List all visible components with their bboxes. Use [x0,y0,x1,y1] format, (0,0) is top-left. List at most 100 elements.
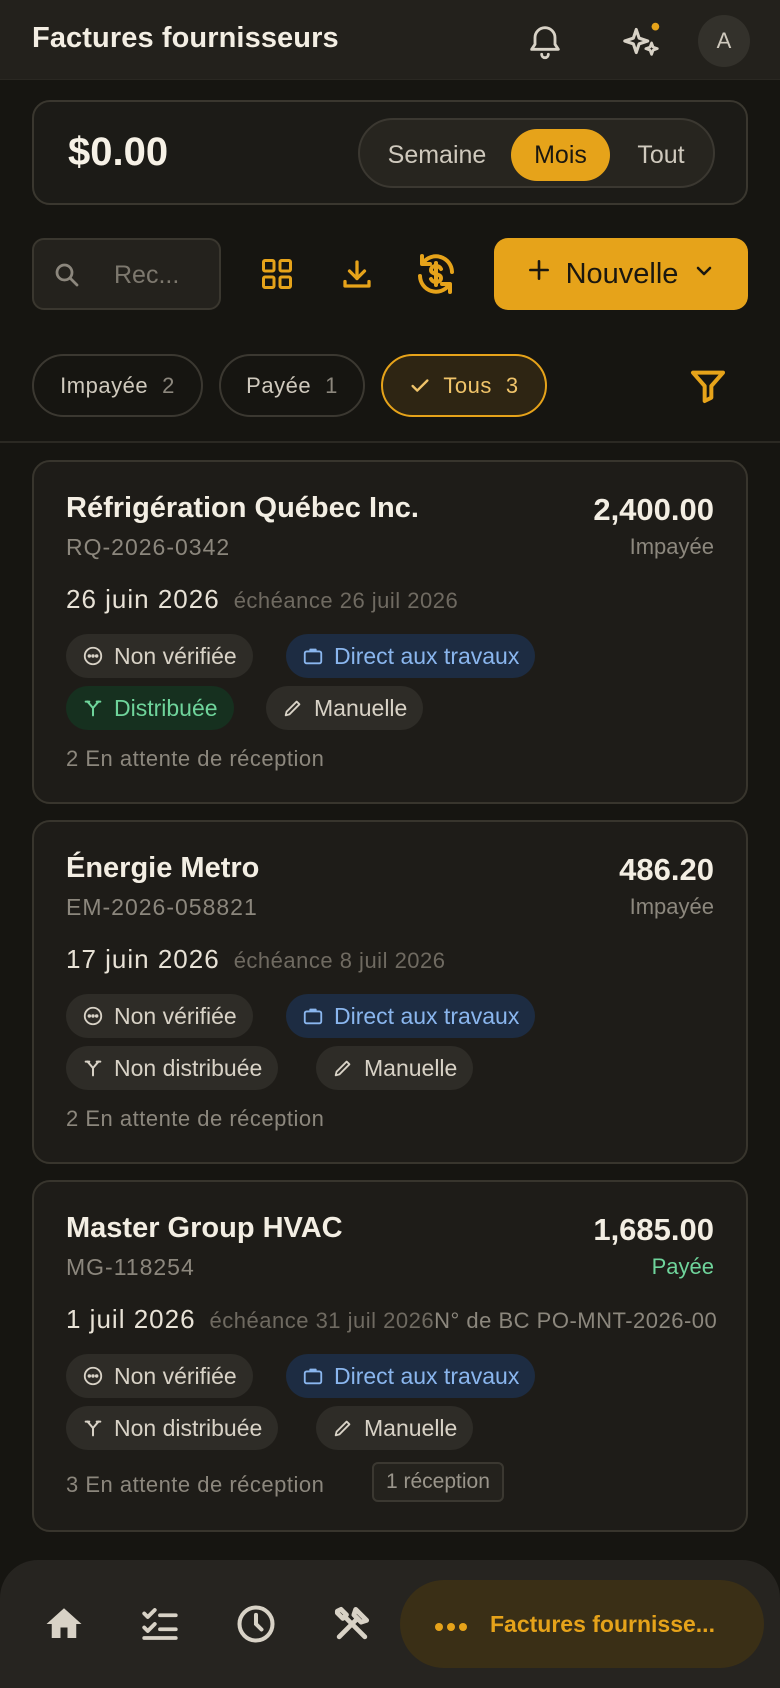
manual-badge: Manuelle [316,1046,474,1090]
invoice-date: 26 juin 2026 [66,584,220,614]
filter-unpaid-count: 2 [162,372,175,398]
due-date: échéance 8 juil 2026 [233,948,446,973]
invoice-card[interactable]: Master Group HVAC MG-118254 1,685.00 Pay… [32,1180,748,1532]
reception-note: 3 En attente de réception [66,1472,325,1497]
invoice-ref: EM-2026-058821 [66,894,258,920]
download-icon[interactable] [334,250,380,298]
date-row: 17 juin 2026 échéance 8 juil 2026 [66,944,446,975]
summary-card: $0.00 Semaine Mois Tout [32,100,748,205]
direct-label: Direct aux travaux [334,642,520,669]
dots-circle-icon [83,1366,103,1386]
clock-icon[interactable] [228,1596,284,1652]
page-title: Factures fournisseurs [32,22,339,54]
reception-note: 2 En attente de réception [66,746,325,771]
distribution-label: Distribuée [114,694,218,721]
briefcase-icon [303,1008,323,1025]
split-icon [84,1420,102,1437]
invoice-card[interactable]: Énergie Metro EM-2026-058821 486.20 Impa… [32,820,748,1164]
nav-active-tab[interactable]: Factures fournisse... [400,1580,764,1668]
filter-all[interactable]: Tous 3 [381,354,547,417]
direct-label: Direct aux travaux [334,1362,520,1389]
verify-badge: Non vérifiée [66,634,253,678]
total-amount: $0.00 [68,130,169,174]
period-selector: Semaine Mois Tout [358,118,715,188]
top-bar: Factures fournisseurs A [0,0,780,80]
chevron-down-icon [692,258,716,291]
filter-unpaid[interactable]: Impayée 2 [32,354,203,417]
date-row: 1 juil 2026 échéance 31 juil 2026N° de BC… [66,1304,717,1335]
avatar[interactable]: A [698,15,750,67]
period-week[interactable]: Semaine [372,129,502,181]
new-invoice-button[interactable]: Nouvelle [494,238,748,310]
invoice-amount: 2,400.00 [593,492,714,527]
period-month[interactable]: Mois [511,129,610,181]
briefcase-icon [303,1368,323,1385]
search-placeholder: Rec... [114,261,180,289]
dots-circle-icon [83,1006,103,1026]
filter-all-count: 3 [505,372,519,398]
invoice-card[interactable]: Réfrigération Québec Inc. RQ-2026-0342 2… [32,460,748,804]
date-row: 26 juin 2026 échéance 26 juil 2026 [66,584,458,615]
filter-paid[interactable]: Payée 1 [219,354,365,417]
home-icon[interactable] [36,1596,92,1652]
manual-label: Manuelle [314,694,408,721]
filter-unpaid-label: Impayée [60,372,149,398]
bottom-nav: Factures fournisse... [0,1560,780,1688]
invoice-ref: RQ-2026-0342 [66,534,231,560]
more-icon [434,1611,468,1638]
verify-label: Non vérifiée [114,1362,237,1389]
invoice-date: 1 juil 2026 [66,1304,196,1334]
invoice-amount: 486.20 [619,852,714,887]
nav-active-label: Factures fournisse... [490,1610,715,1637]
vendor-name: Master Group HVAC [66,1212,343,1244]
sparkles-icon[interactable] [616,16,668,66]
dots-circle-icon [83,646,103,666]
divider [0,441,780,443]
distribution-badge: Non distribuée [66,1046,279,1090]
pencil-icon [334,1060,351,1077]
distribution-badge: Non distribuée [66,1406,279,1450]
tools-icon[interactable] [324,1596,380,1652]
grid-icon[interactable] [254,250,300,298]
vendor-name: Réfrigération Québec Inc. [66,492,419,524]
due-date: échéance 31 juil 2026 [209,1308,435,1333]
pencil-icon [284,700,301,717]
reception-badge[interactable]: 1 réception [372,1462,504,1502]
invoice-date: 17 juin 2026 [66,944,220,974]
check-icon [409,375,431,397]
sync-dollar-icon[interactable] [410,248,462,300]
manual-badge: Manuelle [266,686,424,730]
bell-icon[interactable] [520,16,570,66]
direct-badge: Direct aux travaux [286,1354,536,1398]
verify-badge: Non vérifiée [66,994,253,1038]
invoice-ref: MG-118254 [66,1254,195,1280]
distribution-label: Non distribuée [114,1054,263,1081]
manual-label: Manuelle [364,1414,458,1441]
verify-badge: Non vérifiée [66,1354,253,1398]
po-number: N° de BC PO-MNT-2026-00 [434,1308,718,1333]
distribution-badge: Distribuée [66,686,234,730]
verify-label: Non vérifiée [114,1002,237,1029]
payment-status: Impayée [629,534,714,559]
split-icon [84,700,102,717]
distribution-label: Non distribuée [114,1414,263,1441]
verify-label: Non vérifiée [114,642,237,669]
new-invoice-label: Nouvelle [565,257,679,290]
direct-badge: Direct aux travaux [286,994,536,1038]
payment-status: Impayée [629,894,714,919]
checklist-icon[interactable] [132,1596,188,1652]
manual-label: Manuelle [364,1054,458,1081]
split-icon [84,1060,102,1077]
payment-status: Payée [651,1254,714,1279]
filter-icon[interactable] [684,362,732,410]
period-all[interactable]: Tout [616,129,706,181]
direct-label: Direct aux travaux [334,1002,520,1029]
reception-note: 2 En attente de réception [66,1106,325,1131]
filter-paid-label: Payée [246,372,312,398]
search-input[interactable]: Rec... [32,238,221,310]
due-date: échéance 26 juil 2026 [233,588,459,613]
vendor-name: Énergie Metro [66,852,260,884]
plus-icon [526,257,552,291]
direct-badge: Direct aux travaux [286,634,536,678]
pencil-icon [334,1420,351,1437]
